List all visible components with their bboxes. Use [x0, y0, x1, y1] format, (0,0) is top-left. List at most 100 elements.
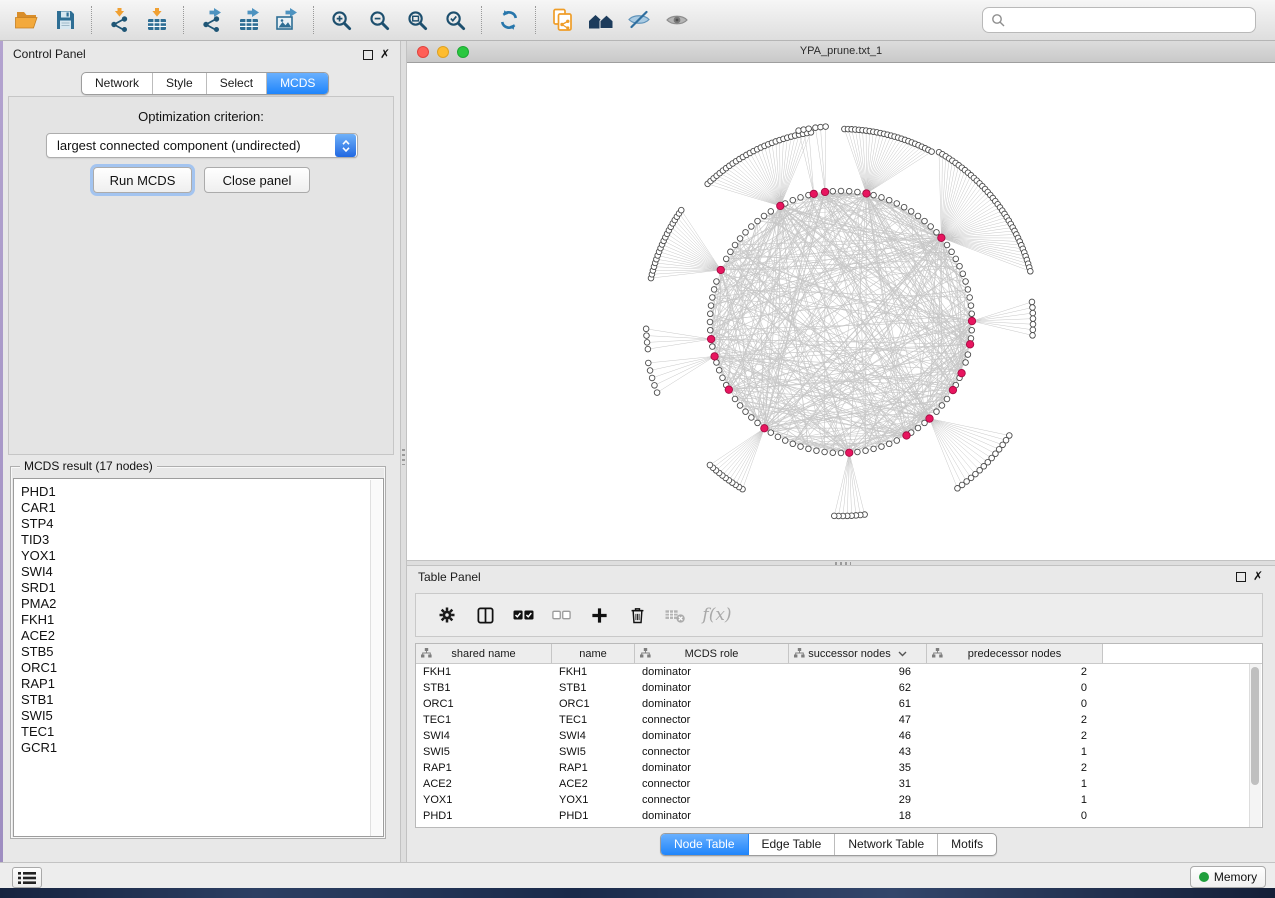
mcds-result-item[interactable]: ACE2 [14, 628, 383, 644]
toggle-columns-icon[interactable] [466, 596, 504, 634]
splitter-grip[interactable] [402, 449, 405, 465]
deselect-all-checkboxes-icon[interactable] [542, 596, 580, 634]
mcds-result-item[interactable]: SWI4 [14, 564, 383, 580]
table-row[interactable]: RAP1RAP1dominator352 [416, 760, 1262, 776]
float-window-icon[interactable] [1236, 572, 1246, 582]
network-window-titlebar[interactable]: YPA_prune.txt_1 [407, 41, 1275, 63]
graph-hub-node[interactable] [966, 341, 973, 348]
mcds-result-item[interactable]: STB1 [14, 692, 383, 708]
status-list-button[interactable] [12, 867, 42, 888]
table-row[interactable]: TEC1TEC1connector472 [416, 712, 1262, 728]
graph-hub-node[interactable] [711, 353, 718, 360]
mcds-result-item[interactable]: ORC1 [14, 660, 383, 676]
mcds-result-item[interactable]: YOX1 [14, 548, 383, 564]
close-panel-button[interactable]: Close panel [204, 167, 310, 193]
export-network-icon[interactable] [192, 2, 230, 38]
open-session-icon[interactable] [8, 2, 46, 38]
close-panel-icon[interactable]: ✗ [1253, 570, 1263, 582]
table-row[interactable]: PHD1PHD1dominator180 [416, 808, 1262, 824]
settings-gear-icon[interactable] [428, 596, 466, 634]
duplicate-network-icon[interactable] [544, 2, 582, 38]
mcds-result-list[interactable]: PHD1CAR1STP4TID3YOX1SWI4SRD1PMA2FKH1ACE2… [13, 478, 384, 837]
delete-table-icon[interactable] [656, 596, 694, 634]
mcds-result-item[interactable]: TID3 [14, 532, 383, 548]
graph-hub-node[interactable] [725, 386, 732, 393]
column-header-shared-name[interactable]: shared name [416, 644, 552, 663]
vertical-splitter[interactable] [400, 41, 407, 862]
graph-hub-node[interactable] [863, 190, 870, 197]
tab-style[interactable]: Style [153, 73, 207, 94]
mcds-result-item[interactable]: CAR1 [14, 500, 383, 516]
table-row[interactable]: ACE2ACE2connector311 [416, 776, 1262, 792]
column-header-predecessor-nodes[interactable]: predecessor nodes [927, 644, 1103, 663]
tab-mcds[interactable]: MCDS [267, 73, 328, 94]
network-canvas[interactable] [407, 63, 1275, 560]
table-scrollbar[interactable] [1249, 664, 1261, 827]
zoom-in-icon[interactable] [322, 2, 360, 38]
graph-hub-node[interactable] [903, 432, 910, 439]
graph-hub-node[interactable] [810, 190, 817, 197]
function-builder-icon[interactable]: f(x) [694, 596, 740, 634]
zoom-out-icon[interactable] [360, 2, 398, 38]
mcds-result-item[interactable]: FKH1 [14, 612, 383, 628]
add-column-icon[interactable] [580, 596, 618, 634]
column-header-name[interactable]: name [552, 644, 635, 663]
table-scrollbar-thumb[interactable] [1251, 667, 1259, 785]
delete-column-trash-icon[interactable] [618, 596, 656, 634]
tab-edge-table[interactable]: Edge Table [749, 834, 836, 855]
graph-hub-node[interactable] [958, 369, 965, 376]
search-input[interactable] [1010, 12, 1255, 28]
search-field[interactable] [982, 7, 1256, 33]
splitter-grip[interactable] [835, 562, 851, 565]
mcds-result-item[interactable]: TEC1 [14, 724, 383, 740]
save-session-icon[interactable] [46, 2, 84, 38]
table-row[interactable]: ORC1ORC1dominator610 [416, 696, 1262, 712]
first-neighbors-icon[interactable] [582, 2, 620, 38]
zoom-fit-icon[interactable] [398, 2, 436, 38]
run-mcds-button[interactable]: Run MCDS [93, 167, 192, 193]
network-graph[interactable] [407, 63, 1275, 560]
graph-hub-node[interactable] [707, 335, 714, 342]
graph-hub-node[interactable] [777, 202, 784, 209]
table-row[interactable]: FKH1FKH1dominator962 [416, 664, 1262, 680]
mcds-list-scrollbar[interactable] [370, 480, 382, 837]
mcds-result-item[interactable]: STP4 [14, 516, 383, 532]
mcds-result-item[interactable]: SRD1 [14, 580, 383, 596]
hide-selected-eye-icon[interactable] [620, 2, 658, 38]
graph-hub-node[interactable] [717, 266, 724, 273]
mcds-result-item[interactable]: RAP1 [14, 676, 383, 692]
float-window-icon[interactable] [363, 50, 373, 60]
mcds-result-item[interactable]: PHD1 [14, 484, 383, 500]
import-table-icon[interactable] [138, 2, 176, 38]
column-header-successor-nodes[interactable]: successor nodes [789, 644, 927, 663]
table-row[interactable]: YOX1YOX1connector291 [416, 792, 1262, 808]
optimization-criterion-dropdown[interactable]: largest connected component (undirected) [46, 133, 358, 158]
table-row[interactable]: SWI4SWI4dominator462 [416, 728, 1262, 744]
mcds-result-item[interactable]: GCR1 [14, 740, 383, 756]
graph-hub-node[interactable] [949, 386, 956, 393]
export-image-icon[interactable] [268, 2, 306, 38]
tab-motifs[interactable]: Motifs [938, 834, 996, 855]
graph-hub-node[interactable] [926, 415, 933, 422]
export-table-icon[interactable] [230, 2, 268, 38]
tab-select[interactable]: Select [207, 73, 267, 94]
mcds-result-item[interactable]: STB5 [14, 644, 383, 660]
graph-hub-node[interactable] [761, 425, 768, 432]
table-row[interactable]: SWI5SWI5connector431 [416, 744, 1262, 760]
close-panel-icon[interactable]: ✗ [380, 48, 390, 60]
zoom-selected-icon[interactable] [436, 2, 474, 38]
graph-hub-node[interactable] [938, 234, 945, 241]
select-all-checkboxes-icon[interactable] [504, 596, 542, 634]
show-all-eye-icon[interactable] [658, 2, 696, 38]
graph-hub-node[interactable] [968, 317, 975, 324]
tab-node-table[interactable]: Node Table [661, 834, 749, 855]
graph-hub-node[interactable] [821, 188, 828, 195]
import-network-icon[interactable] [100, 2, 138, 38]
memory-button[interactable]: Memory [1190, 866, 1266, 888]
table-row[interactable]: STB1STB1dominator620 [416, 680, 1262, 696]
refresh-icon[interactable] [490, 2, 528, 38]
graph-hub-node[interactable] [846, 449, 853, 456]
mcds-result-item[interactable]: SWI5 [14, 708, 383, 724]
mcds-result-item[interactable]: PMA2 [14, 596, 383, 612]
tab-network[interactable]: Network [82, 73, 153, 94]
